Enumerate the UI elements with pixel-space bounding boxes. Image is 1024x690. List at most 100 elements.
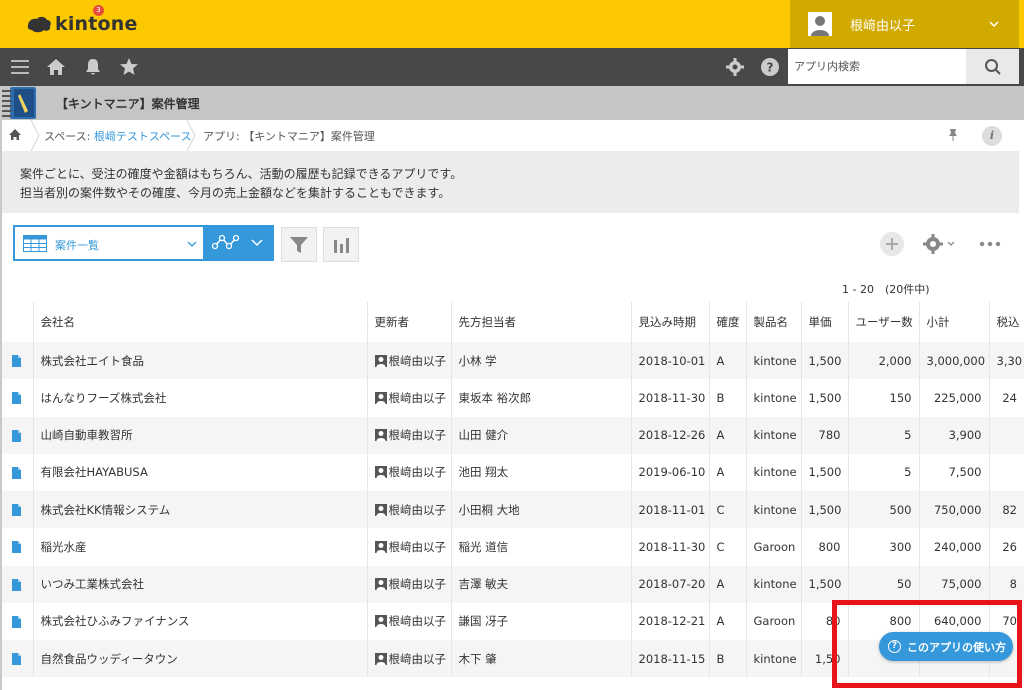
updater-link[interactable]: 根﨑由以子 [389,354,447,368]
row-updater[interactable]: 根﨑由以子 [366,416,451,454]
home-icon[interactable] [8,128,22,142]
document-icon[interactable] [11,355,21,368]
chevron-right-icon [30,120,40,151]
document-icon[interactable] [11,466,21,479]
row-updater[interactable]: 根﨑由以子 [366,379,451,417]
filter-button[interactable] [281,227,317,262]
header-updater[interactable]: 更新者 [366,302,451,342]
header-tax[interactable]: 税込 [988,302,1024,342]
record-detail-cell[interactable] [0,640,33,678]
record-detail-cell[interactable] [0,528,33,566]
record-detail-cell[interactable] [0,379,33,417]
pin-icon[interactable] [946,128,960,142]
document-icon[interactable] [11,653,21,666]
row-price: 1,500 [800,565,848,603]
record-detail-cell[interactable] [0,342,33,380]
row-date: 2018-11-30 [630,379,709,417]
updater-link[interactable]: 根﨑由以子 [389,540,447,554]
top-header: kintone 根﨑由以子 [0,0,1024,48]
updater-link[interactable]: 根﨑由以子 [389,577,447,591]
updater-link[interactable]: 根﨑由以子 [389,652,447,666]
star-icon[interactable] [119,57,139,77]
document-icon[interactable] [11,578,21,591]
record-detail-cell[interactable] [0,416,33,454]
app-settings-button[interactable] [922,233,958,255]
gear-icon [923,234,943,254]
home-icon[interactable] [46,57,66,77]
header-contact[interactable]: 先方担当者 [450,302,631,342]
updater-link[interactable]: 根﨑由以子 [389,428,447,442]
row-updater[interactable]: 根﨑由以子 [366,640,451,678]
document-icon[interactable] [11,615,21,628]
header-date[interactable]: 見込み時期 [630,302,709,342]
row-users: 5 [847,453,919,491]
header-subtotal[interactable]: 小計 [918,302,989,342]
app-help-button[interactable]: ? このアプリの使い方 [879,632,1013,661]
table-row[interactable]: はんなりフーズ株式会社 根﨑由以子 東坂本 裕次郎 2018-11-30 Bkinton… [0,379,1024,417]
row-product: kintone [745,453,801,491]
header-users[interactable]: ユーザー数 [847,302,919,342]
graph-selector-button[interactable] [205,225,274,261]
updater-link[interactable]: 根﨑由以子 [389,503,447,517]
table-row[interactable]: 株式会社KK情報システム 根﨑由以子 小田桐 大地 2018-11-01 Ckinton… [0,491,1024,529]
row-updater[interactable]: 根﨑由以子 [366,491,451,529]
plus-icon [886,238,898,250]
row-contact: 木下 肇 [450,640,631,678]
brand-name: kintone [55,13,138,35]
row-subtotal: 225,000 [918,379,989,417]
table-row[interactable]: 稲光水産 根﨑由以子 稲光 道信 2018-11-30 C Garoon 800 300 240… [0,528,1024,566]
view-selector[interactable]: 案件一覧 [13,225,205,261]
help-icon[interactable]: ? [760,57,780,77]
row-updater[interactable]: 根﨑由以子 [366,602,451,640]
search-input[interactable] [788,49,966,84]
search-button[interactable] [966,49,1019,84]
record-detail-cell[interactable] [0,453,33,491]
record-detail-cell[interactable] [0,602,33,640]
document-icon[interactable] [11,504,21,517]
document-icon[interactable] [11,429,21,442]
row-rank: A [708,342,746,380]
row-updater[interactable]: 根﨑由以子 [366,565,451,603]
menu-icon[interactable] [10,57,30,77]
bar-chart-icon [334,237,349,253]
info-icon[interactable]: i [982,126,1002,146]
document-icon[interactable] [11,392,21,405]
table-row[interactable]: 株式会社エイト食品 根﨑由以子 小林 学 2018-10-01 Akintone 1,50… [0,342,1024,380]
table-row[interactable]: 山崎自動車教習所 根﨑由以子 山田 健介 2018-12-26 Akintone 780 5… [0,416,1024,454]
row-rank: C [708,528,746,566]
table-row[interactable]: いつみ工業株式会社 根﨑由以子 吉澤 敏夫 2018-07-20 Akintone 1,5… [0,565,1024,603]
breadcrumb-app[interactable]: アプリ: 【キントマニア】案件管理 [203,128,375,144]
updater-link[interactable]: 根﨑由以子 [389,614,447,628]
user-menu[interactable]: 根﨑由以子 [790,0,1019,48]
row-updater[interactable]: 根﨑由以子 [366,453,451,491]
more-options-icon[interactable] [979,238,1001,250]
add-record-button[interactable] [880,232,904,256]
header-company[interactable]: 会社名 [32,302,367,342]
breadcrumb-space-link[interactable]: 根﨑テストスペース [94,130,192,143]
row-updater[interactable]: 根﨑由以子 [366,528,451,566]
app-title: 【キントマニア】案件管理 [56,97,200,111]
header-rank[interactable]: 確度 [708,302,746,342]
row-rank: C [708,491,746,529]
breadcrumb-space[interactable]: スペース: 根﨑テストスペース [44,128,192,144]
record-detail-cell[interactable] [0,565,33,603]
row-updater[interactable]: 根﨑由以子 [366,342,451,380]
table-row[interactable]: 有限会社HAYABUSA 根﨑由以子 池田 翔太 2019-06-10 Akintone… [0,453,1024,491]
user-icon [374,652,387,665]
row-rank: B [708,640,746,678]
row-tax [988,416,1024,454]
record-detail-cell[interactable] [0,491,33,529]
row-product: kintone [745,379,801,417]
updater-link[interactable]: 根﨑由以子 [389,391,447,405]
document-icon[interactable] [11,541,21,554]
updater-link[interactable]: 根﨑由以子 [389,465,447,479]
search-icon [984,58,1001,75]
graph-button[interactable] [323,227,359,262]
kintone-logo[interactable]: kintone [26,12,138,36]
header-price[interactable]: 単価 [800,302,848,342]
header-product[interactable]: 製品名 [745,302,801,342]
app-notebook-icon [2,87,36,119]
notification-badge: 3 [93,5,104,16]
gear-icon[interactable] [725,57,745,77]
bell-icon[interactable] [83,57,103,77]
